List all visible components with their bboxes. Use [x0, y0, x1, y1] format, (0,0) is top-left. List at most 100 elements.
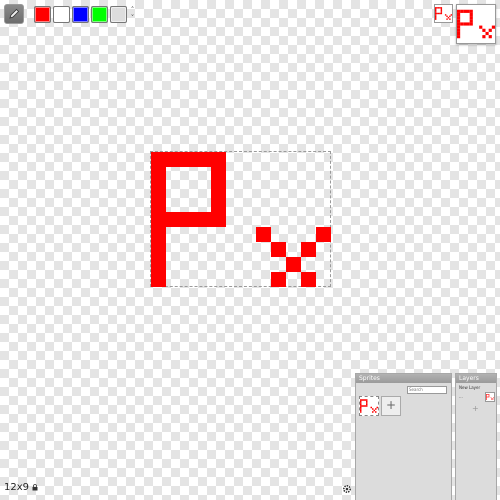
- pixel-filled[interactable]: [151, 197, 166, 212]
- pixel-empty[interactable]: [301, 197, 316, 212]
- pixel-empty[interactable]: [196, 242, 211, 257]
- pixel-empty[interactable]: [226, 272, 241, 287]
- pixel-empty[interactable]: [166, 272, 181, 287]
- pixel-empty[interactable]: [271, 182, 286, 197]
- pixel-filled[interactable]: [166, 212, 181, 227]
- pixel-empty[interactable]: [181, 167, 196, 182]
- pixel-filled[interactable]: [151, 182, 166, 197]
- pixel-empty[interactable]: [226, 152, 241, 167]
- pixel-empty[interactable]: [301, 167, 316, 182]
- pixel-empty[interactable]: [301, 227, 316, 242]
- pixel-empty[interactable]: [256, 242, 271, 257]
- pixel-empty[interactable]: [256, 257, 271, 272]
- pixel-empty[interactable]: [271, 167, 286, 182]
- pixel-empty[interactable]: [196, 227, 211, 242]
- pixel-filled[interactable]: [211, 212, 226, 227]
- pixel-empty[interactable]: [196, 167, 211, 182]
- pixel-empty[interactable]: [271, 257, 286, 272]
- pixel-filled[interactable]: [211, 167, 226, 182]
- pixel-empty[interactable]: [181, 182, 196, 197]
- pixel-empty[interactable]: [181, 257, 196, 272]
- pixel-filled[interactable]: [151, 152, 166, 167]
- pixel-filled[interactable]: [196, 152, 211, 167]
- pixel-empty[interactable]: [301, 257, 316, 272]
- add-layer-button[interactable]: +: [472, 404, 479, 413]
- pixel-empty[interactable]: [316, 167, 331, 182]
- pixel-empty[interactable]: [241, 257, 256, 272]
- chevron-down-icon[interactable]: ˅: [131, 14, 135, 22]
- pixel-filled[interactable]: [151, 227, 166, 242]
- pixel-filled[interactable]: [151, 212, 166, 227]
- sprite-thumbnail[interactable]: [359, 396, 379, 416]
- pixel-empty[interactable]: [241, 212, 256, 227]
- pixel-empty[interactable]: [316, 182, 331, 197]
- pixel-empty[interactable]: [286, 272, 301, 287]
- pixel-empty[interactable]: [196, 257, 211, 272]
- pixel-empty[interactable]: [166, 257, 181, 272]
- palette-stepper[interactable]: ˄ ˅: [128, 5, 137, 23]
- pixel-empty[interactable]: [226, 227, 241, 242]
- pixel-empty[interactable]: [241, 197, 256, 212]
- pixel-filled[interactable]: [286, 257, 301, 272]
- pixel-empty[interactable]: [286, 182, 301, 197]
- pixel-filled[interactable]: [181, 212, 196, 227]
- pixel-empty[interactable]: [226, 182, 241, 197]
- pixel-empty[interactable]: [256, 167, 271, 182]
- pixel-filled[interactable]: [301, 272, 316, 287]
- pixel-canvas[interactable]: [151, 152, 331, 287]
- pixel-filled[interactable]: [181, 152, 196, 167]
- pixel-empty[interactable]: [286, 152, 301, 167]
- pixel-empty[interactable]: [211, 227, 226, 242]
- pixel-empty[interactable]: [241, 227, 256, 242]
- new-layer-button[interactable]: New Layer: [459, 385, 480, 390]
- pixel-empty[interactable]: [286, 167, 301, 182]
- pixel-empty[interactable]: [256, 152, 271, 167]
- pixel-filled[interactable]: [316, 227, 331, 242]
- pixel-empty[interactable]: [271, 152, 286, 167]
- pixel-empty[interactable]: [286, 197, 301, 212]
- pixel-empty[interactable]: [196, 182, 211, 197]
- pixel-empty[interactable]: [166, 227, 181, 242]
- pixel-empty[interactable]: [241, 182, 256, 197]
- color-swatch-3[interactable]: [72, 5, 89, 23]
- pixel-filled[interactable]: [211, 152, 226, 167]
- color-swatch-4[interactable]: [91, 5, 108, 23]
- pixel-empty[interactable]: [226, 257, 241, 272]
- pixel-empty[interactable]: [256, 182, 271, 197]
- pixel-empty[interactable]: [316, 197, 331, 212]
- color-swatch-1[interactable]: [34, 5, 51, 23]
- pixel-empty[interactable]: [226, 167, 241, 182]
- pixel-empty[interactable]: [256, 197, 271, 212]
- pixel-filled[interactable]: [256, 227, 271, 242]
- pixel-empty[interactable]: [256, 212, 271, 227]
- color-swatch-2[interactable]: [53, 5, 70, 23]
- pixel-empty[interactable]: [166, 167, 181, 182]
- pixel-filled[interactable]: [151, 167, 166, 182]
- pixel-empty[interactable]: [316, 242, 331, 257]
- pixel-empty[interactable]: [271, 227, 286, 242]
- preview-thumbnail-small[interactable]: [434, 4, 453, 23]
- pixel-empty[interactable]: [166, 242, 181, 257]
- pencil-tool-button[interactable]: [4, 4, 24, 24]
- lock-icon[interactable]: [32, 484, 38, 491]
- layer-row[interactable]: ···: [459, 392, 495, 402]
- pixel-empty[interactable]: [166, 182, 181, 197]
- pixel-empty[interactable]: [211, 257, 226, 272]
- preview-thumbnail-large[interactable]: [456, 4, 496, 44]
- gear-icon[interactable]: [342, 484, 352, 494]
- pixel-empty[interactable]: [301, 212, 316, 227]
- pixel-empty[interactable]: [271, 197, 286, 212]
- pixel-filled[interactable]: [166, 152, 181, 167]
- pixel-empty[interactable]: [211, 242, 226, 257]
- pixel-filled[interactable]: [151, 242, 166, 257]
- pixel-filled[interactable]: [211, 182, 226, 197]
- pixel-empty[interactable]: [286, 227, 301, 242]
- pixel-filled[interactable]: [151, 257, 166, 272]
- pixel-empty[interactable]: [301, 182, 316, 197]
- sprite-search-input[interactable]: [407, 386, 447, 394]
- pixel-empty[interactable]: [181, 197, 196, 212]
- pixel-empty[interactable]: [241, 242, 256, 257]
- chevron-up-icon[interactable]: ˄: [131, 6, 135, 14]
- color-swatch-5[interactable]: [110, 5, 127, 23]
- pixel-empty[interactable]: [196, 197, 211, 212]
